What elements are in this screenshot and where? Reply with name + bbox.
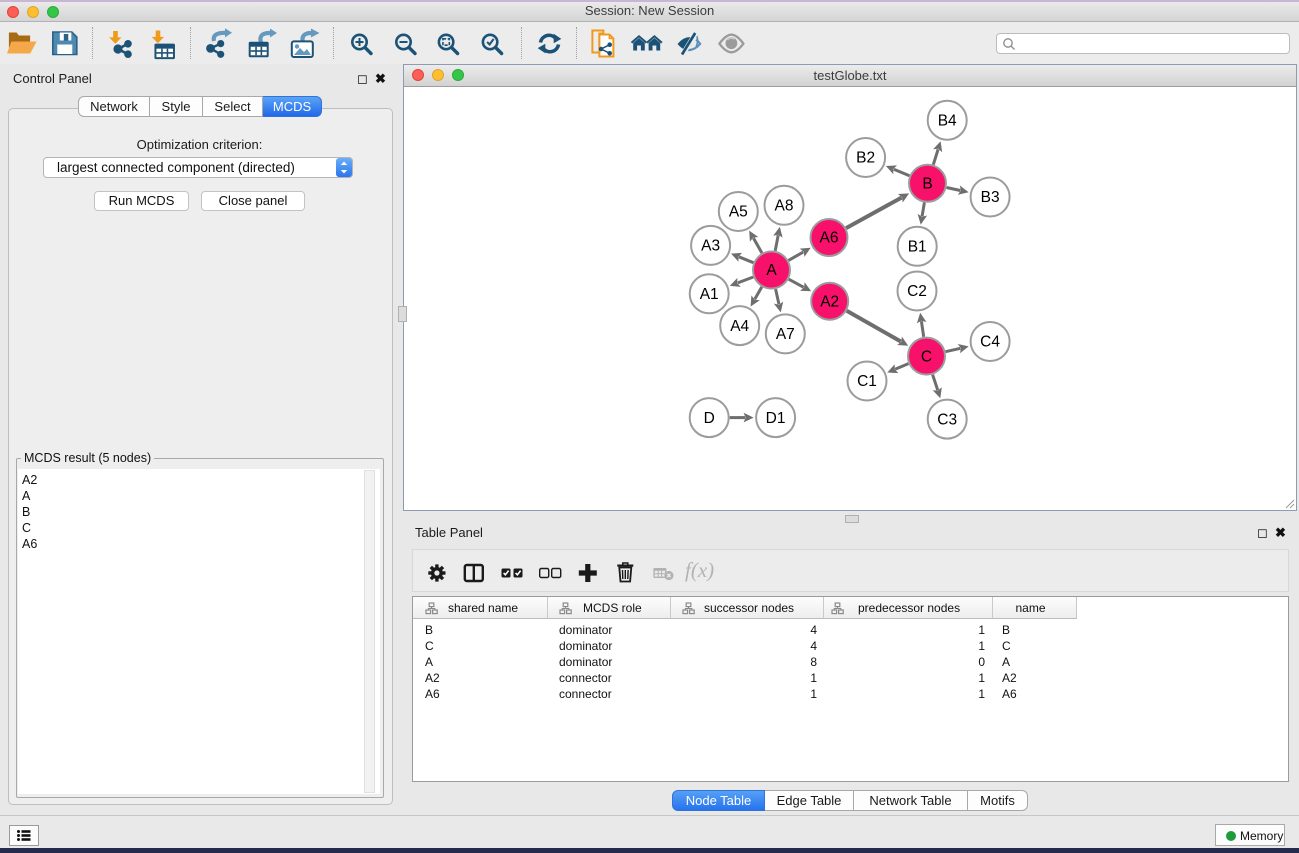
svg-text:B: B (922, 176, 932, 193)
svg-text:D: D (704, 410, 715, 427)
svg-text:C1: C1 (857, 373, 877, 390)
svg-text:A8: A8 (775, 198, 794, 215)
svg-text:B1: B1 (908, 239, 927, 256)
svg-text:B4: B4 (938, 112, 957, 129)
svg-text:C4: C4 (980, 334, 1000, 351)
svg-text:B2: B2 (856, 150, 875, 167)
svg-text:C2: C2 (907, 283, 927, 300)
svg-text:A5: A5 (729, 204, 748, 221)
svg-text:B3: B3 (981, 189, 1000, 206)
svg-text:A4: A4 (730, 318, 749, 335)
svg-text:C: C (921, 348, 932, 365)
svg-text:A6: A6 (820, 230, 839, 247)
svg-text:A: A (766, 262, 777, 279)
svg-text:A3: A3 (701, 238, 720, 255)
svg-text:C3: C3 (937, 411, 957, 428)
svg-text:D1: D1 (766, 410, 786, 427)
svg-text:A1: A1 (700, 286, 719, 303)
svg-text:A7: A7 (776, 326, 795, 343)
svg-text:A2: A2 (820, 293, 839, 310)
